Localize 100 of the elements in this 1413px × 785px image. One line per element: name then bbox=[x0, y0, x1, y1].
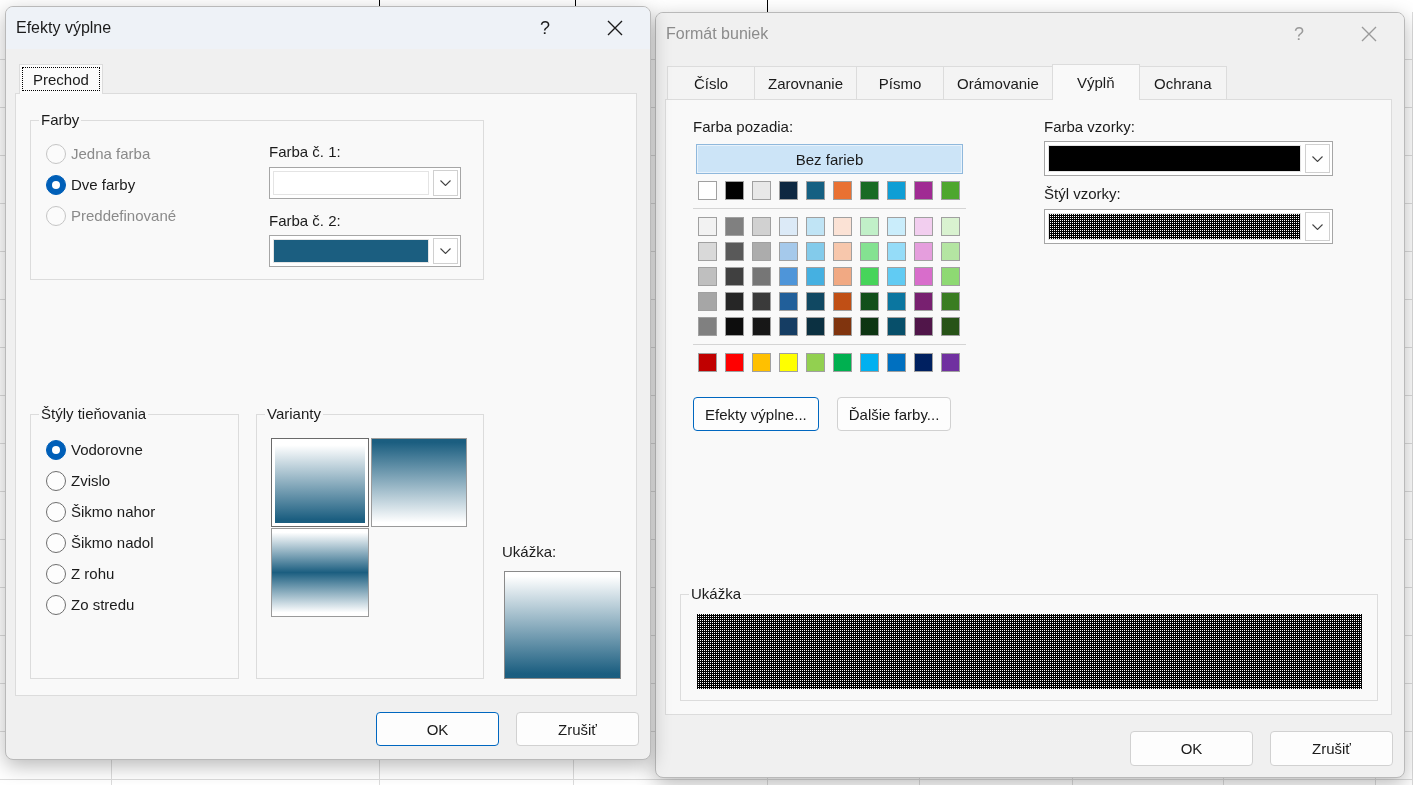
color-swatch-icon[interactable] bbox=[779, 353, 798, 372]
color-swatch-icon[interactable] bbox=[914, 267, 933, 286]
color-swatch-icon[interactable] bbox=[914, 217, 933, 236]
fill-effects-button[interactable]: Efekty výplne... bbox=[693, 397, 819, 431]
color-swatch-icon[interactable] bbox=[725, 292, 744, 311]
color-swatch-icon[interactable] bbox=[806, 267, 825, 286]
color-swatch-icon[interactable] bbox=[752, 217, 771, 236]
color-swatch-icon[interactable] bbox=[725, 267, 744, 286]
radio-label[interactable]: Šikmo nahor bbox=[71, 502, 156, 521]
color-swatch-icon[interactable] bbox=[860, 181, 879, 200]
radio-label[interactable]: Zo stredu bbox=[71, 595, 135, 614]
tab[interactable]: Ochrana bbox=[1138, 66, 1227, 99]
color-swatch-icon[interactable] bbox=[779, 242, 798, 261]
color-swatch-icon[interactable] bbox=[860, 217, 879, 236]
color-swatch-icon[interactable] bbox=[779, 267, 798, 286]
color-swatch-icon[interactable] bbox=[941, 242, 960, 261]
color-swatch-icon[interactable] bbox=[860, 317, 879, 336]
tab[interactable]: Písmo bbox=[856, 66, 945, 99]
radio-label[interactable]: Dve farby bbox=[71, 175, 136, 194]
color-swatch-icon[interactable] bbox=[833, 317, 852, 336]
tab[interactable]: Výplň bbox=[1051, 64, 1140, 100]
color-swatch-icon[interactable] bbox=[860, 292, 879, 311]
color-swatch-icon[interactable] bbox=[860, 353, 879, 372]
color-swatch-icon[interactable] bbox=[806, 242, 825, 261]
ok-button[interactable]: OK bbox=[376, 712, 499, 746]
color-swatch-icon[interactable] bbox=[941, 217, 960, 236]
color-swatch-icon[interactable] bbox=[698, 267, 717, 286]
dropdown-button[interactable] bbox=[433, 238, 458, 264]
radio-button[interactable] bbox=[46, 532, 66, 553]
color-swatch-icon[interactable] bbox=[833, 242, 852, 261]
color-swatch-icon[interactable] bbox=[752, 242, 771, 261]
more-colors-button[interactable]: Ďalšie farby... bbox=[836, 397, 952, 431]
color-swatch-icon[interactable] bbox=[698, 242, 717, 261]
radio-button[interactable] bbox=[46, 563, 66, 584]
radio-label[interactable]: Zvislo bbox=[71, 471, 111, 490]
color-swatch-icon[interactable] bbox=[914, 242, 933, 261]
color-swatch-icon[interactable] bbox=[698, 353, 717, 372]
color-swatch-icon[interactable] bbox=[887, 317, 906, 336]
color-swatch-icon[interactable] bbox=[725, 181, 744, 200]
color-swatch-icon[interactable] bbox=[860, 242, 879, 261]
color-swatch-icon[interactable] bbox=[887, 292, 906, 311]
color-dropdown[interactable] bbox=[269, 167, 461, 199]
color-swatch-icon[interactable] bbox=[887, 181, 906, 200]
color-swatch-icon[interactable] bbox=[752, 353, 771, 372]
color-swatch-icon[interactable] bbox=[752, 292, 771, 311]
color-swatch-icon[interactable] bbox=[806, 217, 825, 236]
color-dropdown[interactable] bbox=[269, 235, 461, 267]
color-swatch-icon[interactable] bbox=[914, 317, 933, 336]
color-swatch-icon[interactable] bbox=[833, 181, 852, 200]
color-dropdown[interactable] bbox=[1044, 141, 1333, 176]
color-swatch-icon[interactable] bbox=[941, 353, 960, 372]
dropdown-button[interactable] bbox=[1305, 144, 1330, 173]
radio-label[interactable]: Z rohu bbox=[71, 564, 115, 583]
help-button[interactable]: ? bbox=[522, 12, 568, 44]
radio-label[interactable]: Šikmo nadol bbox=[71, 533, 154, 552]
color-swatch-icon[interactable] bbox=[833, 353, 852, 372]
radio-button[interactable] bbox=[46, 501, 66, 522]
color-swatch-icon[interactable] bbox=[887, 353, 906, 372]
color-swatch-icon[interactable] bbox=[833, 292, 852, 311]
cancel-button[interactable]: Zrušiť bbox=[516, 712, 639, 746]
color-swatch-icon[interactable] bbox=[725, 217, 744, 236]
color-swatch-icon[interactable] bbox=[752, 267, 771, 286]
color-swatch-icon[interactable] bbox=[914, 181, 933, 200]
color-swatch-icon[interactable] bbox=[806, 181, 825, 200]
tab[interactable]: Prechod bbox=[19, 64, 103, 94]
dropdown-button[interactable] bbox=[1305, 212, 1330, 241]
cancel-button[interactable]: Zrušiť bbox=[1270, 731, 1393, 766]
color-swatch-icon[interactable] bbox=[941, 292, 960, 311]
color-swatch-icon[interactable] bbox=[941, 317, 960, 336]
gradient-swatch-icon[interactable] bbox=[271, 438, 369, 527]
color-swatch-icon[interactable] bbox=[941, 181, 960, 200]
color-swatch-icon[interactable] bbox=[806, 317, 825, 336]
color-swatch-icon[interactable] bbox=[887, 242, 906, 261]
color-swatch-icon[interactable] bbox=[806, 292, 825, 311]
gradient-swatch-icon[interactable] bbox=[371, 438, 467, 527]
color-swatch-icon[interactable] bbox=[698, 217, 717, 236]
gradient-swatch-icon[interactable] bbox=[271, 528, 369, 617]
tab[interactable]: Orámovanie bbox=[943, 66, 1053, 99]
tab[interactable]: Zarovnanie bbox=[754, 66, 858, 99]
color-swatch-icon[interactable] bbox=[833, 267, 852, 286]
color-swatch-icon[interactable] bbox=[698, 317, 717, 336]
color-swatch-icon[interactable] bbox=[833, 217, 852, 236]
radio-button[interactable] bbox=[46, 439, 66, 460]
color-swatch-icon[interactable] bbox=[779, 181, 798, 200]
color-swatch-icon[interactable] bbox=[860, 267, 879, 286]
color-swatch-icon[interactable] bbox=[752, 181, 771, 200]
pattern-dropdown[interactable] bbox=[1044, 209, 1333, 244]
color-swatch-icon[interactable] bbox=[752, 317, 771, 336]
color-swatch-icon[interactable] bbox=[914, 353, 933, 372]
color-swatch-icon[interactable] bbox=[779, 217, 798, 236]
color-swatch-icon[interactable] bbox=[725, 242, 744, 261]
radio-button[interactable] bbox=[46, 470, 66, 491]
color-swatch-icon[interactable] bbox=[887, 217, 906, 236]
color-swatch-icon[interactable] bbox=[806, 353, 825, 372]
ok-button[interactable]: OK bbox=[1130, 731, 1253, 766]
color-swatch-icon[interactable] bbox=[698, 292, 717, 311]
color-swatch-icon[interactable] bbox=[941, 267, 960, 286]
color-swatch-icon[interactable] bbox=[887, 267, 906, 286]
no-color-button[interactable]: Bez farieb bbox=[696, 144, 963, 174]
color-swatch-icon[interactable] bbox=[725, 317, 744, 336]
